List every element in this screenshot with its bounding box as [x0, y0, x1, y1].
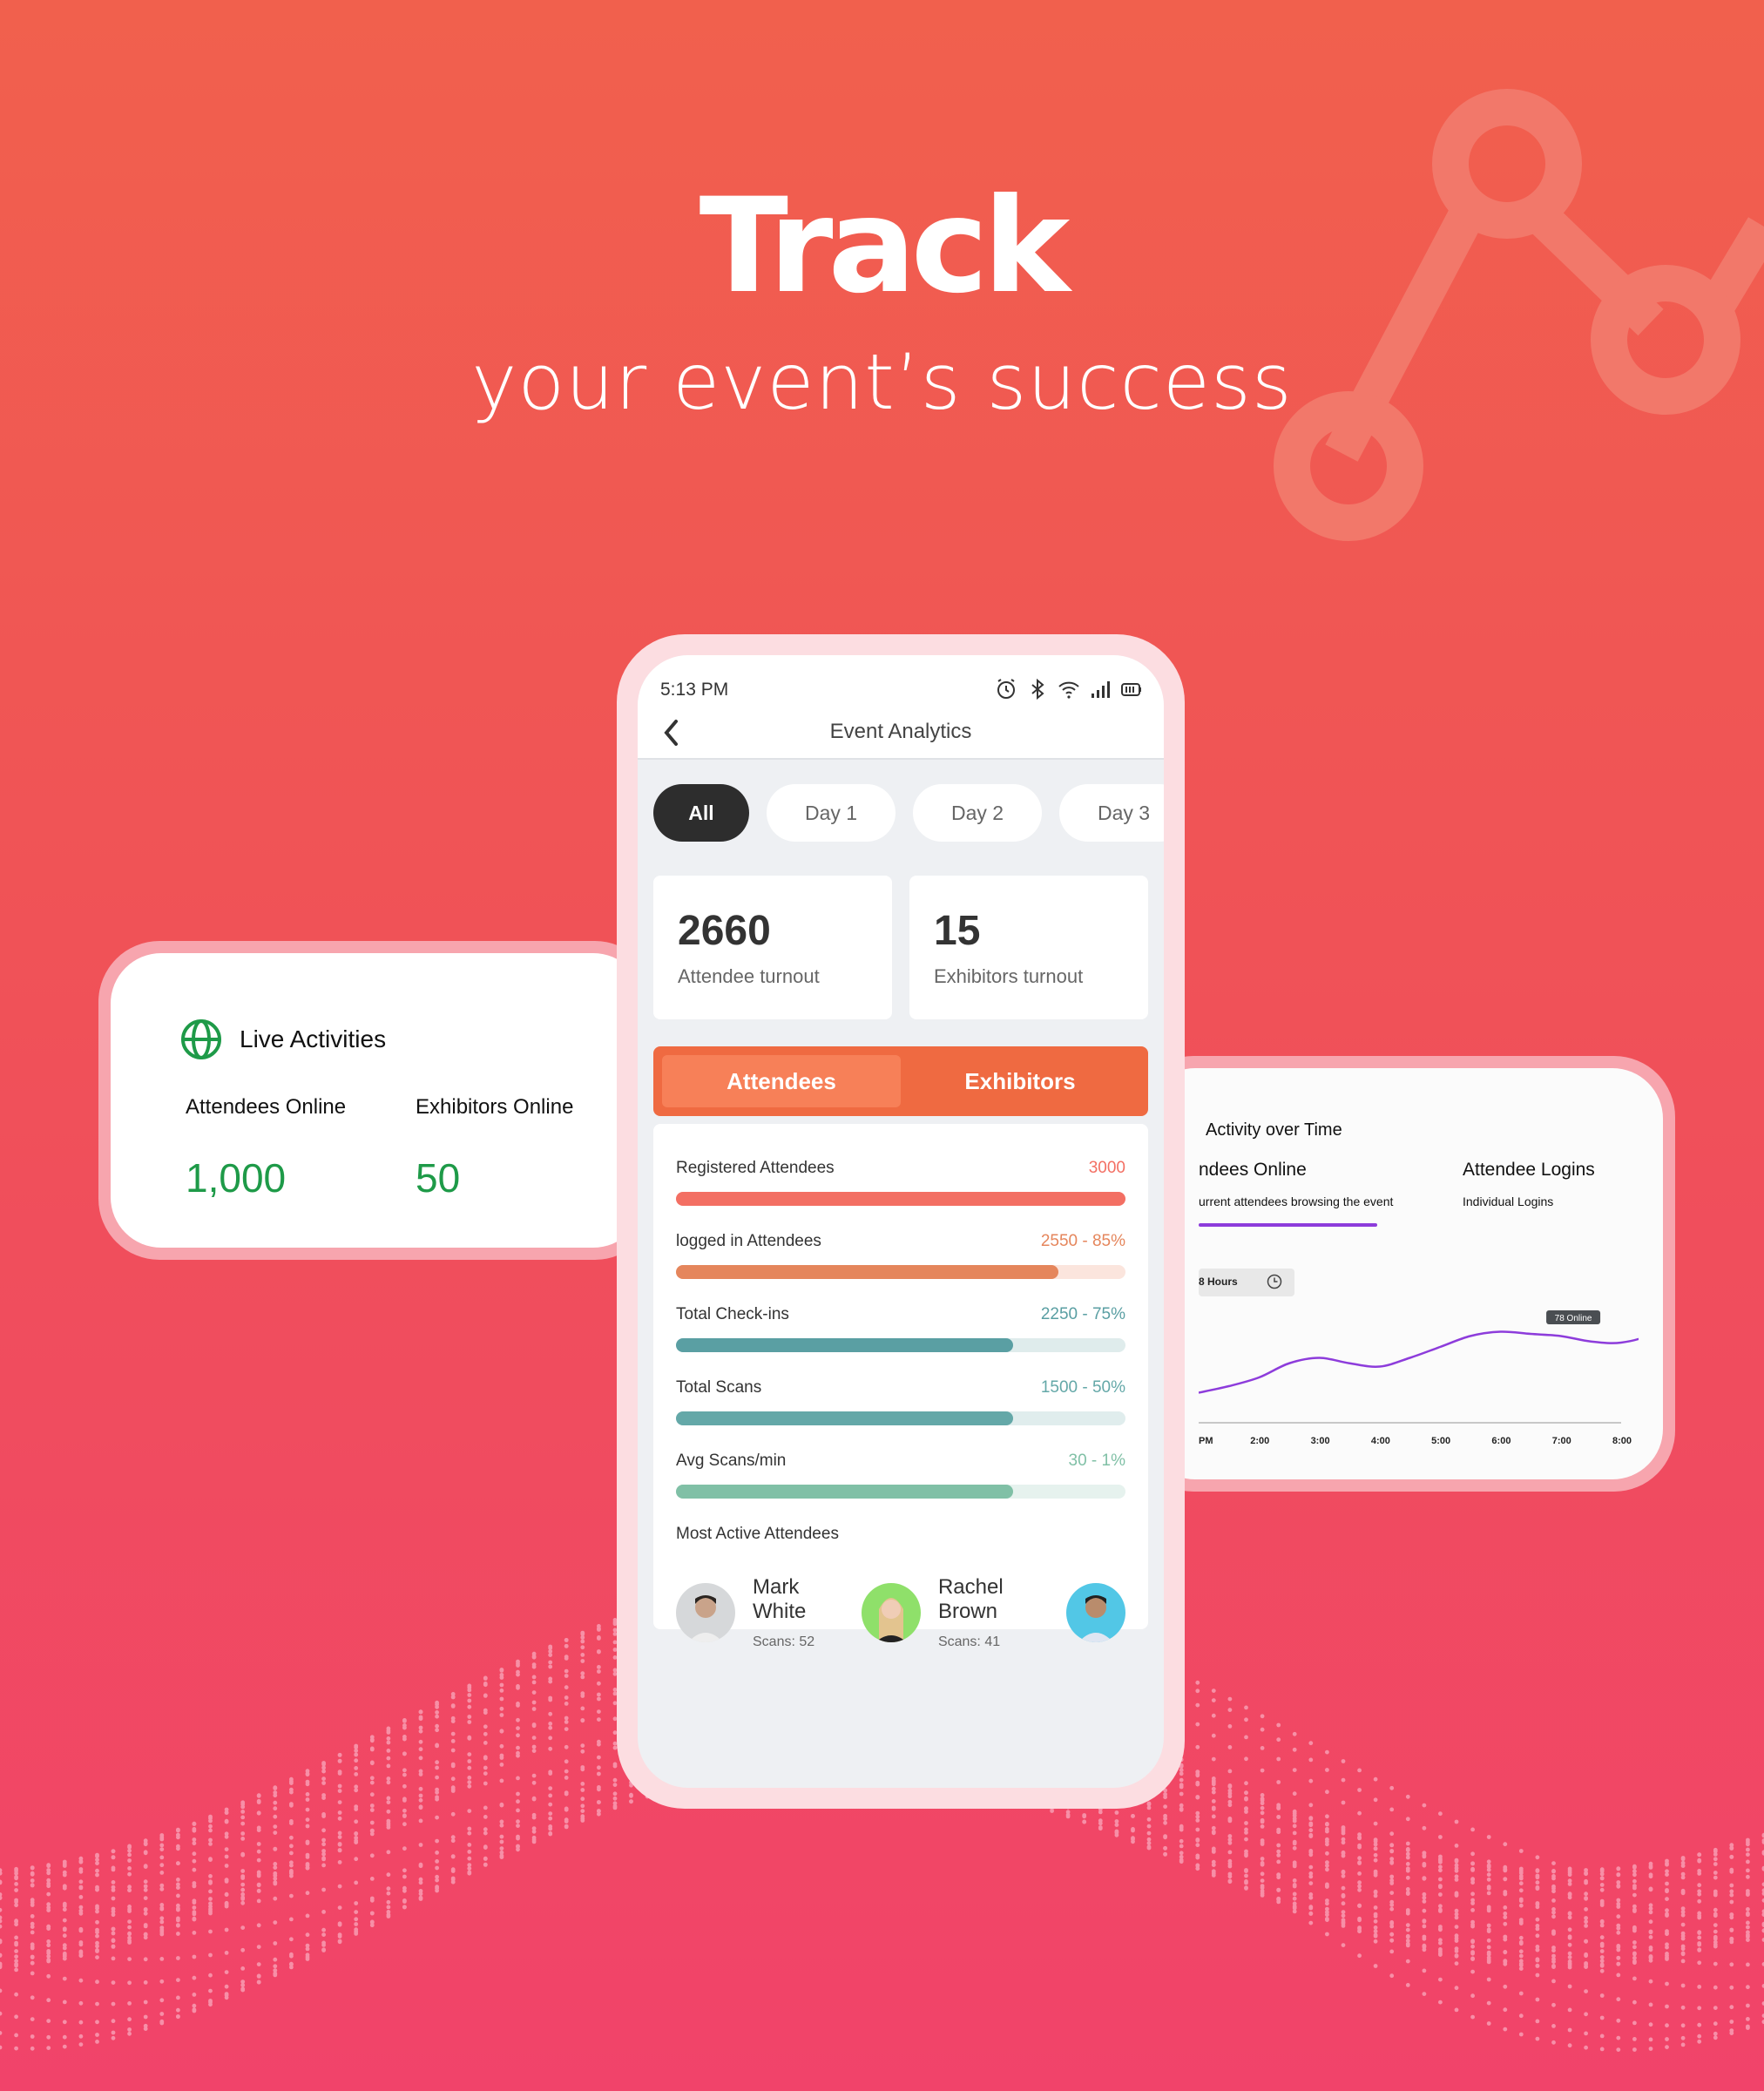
progress-bar — [676, 1485, 1125, 1499]
progress-fill — [676, 1485, 1013, 1499]
x-tick-label: 3:00 — [1311, 1436, 1330, 1446]
range-label: 8 Hours — [1199, 1276, 1238, 1288]
list-item[interactable] — [1066, 1575, 1125, 1650]
status-icons — [995, 678, 1143, 700]
tab-title: Attendee Logins — [1463, 1160, 1595, 1180]
status-time: 5:13 PM — [660, 680, 729, 700]
bluetooth-icon — [1031, 678, 1044, 700]
metric-value: 1500 - 50% — [1040, 1378, 1125, 1397]
alarm-icon — [997, 679, 1015, 699]
avatar — [861, 1583, 921, 1642]
battery-icon — [1121, 683, 1141, 696]
progress-fill — [676, 1192, 1125, 1206]
turnout-label: Attendee turnout — [678, 965, 820, 987]
x-tick-label: PM — [1199, 1436, 1213, 1446]
chip-all[interactable]: All — [653, 784, 749, 842]
stat-value: 50 — [416, 1155, 461, 1201]
exhibitor-turnout-card: 15 Exhibitors turnout — [909, 876, 1148, 1019]
metric-row: logged in Attendees 2550 - 85% — [676, 1232, 1125, 1279]
segment-attendees[interactable]: Attendees — [662, 1055, 901, 1107]
metric-value: 2250 - 75% — [1040, 1305, 1125, 1323]
most-active-title: Most Active Attendees — [676, 1525, 839, 1543]
audience-segmented-control: Attendees Exhibitors — [653, 1046, 1148, 1116]
most-active-list: Mark White Scans: 52 Rachel Brown Scans:… — [676, 1575, 1125, 1650]
progress-fill — [676, 1265, 1058, 1279]
progress-bar — [676, 1338, 1125, 1352]
segment-exhibitors[interactable]: Exhibitors — [901, 1055, 1139, 1107]
hero-title: Track — [699, 171, 1071, 322]
progress-bar — [676, 1192, 1125, 1206]
x-tick-label: 8:00 — [1612, 1436, 1632, 1446]
tab-attendees-online[interactable]: ndees Online urrent attendees browsing t… — [1199, 1160, 1393, 1208]
activity-title: Activity over Time — [1206, 1120, 1342, 1140]
progress-bar — [676, 1265, 1125, 1279]
live-activities-title: Live Activities — [240, 1025, 387, 1052]
svg-text:78 Online: 78 Online — [1555, 1314, 1592, 1323]
globe-icon — [181, 1019, 221, 1059]
progress-fill — [676, 1411, 1013, 1425]
phone-screen: 5:13 PM Event Analytics All Day 1 Day 2 … — [638, 655, 1164, 1788]
attendee-turnout-card: 2660 Attendee turnout — [653, 876, 892, 1019]
progress-fill — [676, 1338, 1013, 1352]
avatar — [676, 1583, 735, 1642]
list-item[interactable]: Rachel Brown Scans: 41 — [861, 1575, 1024, 1650]
time-range-select[interactable]: 8 Hours — [1199, 1269, 1294, 1296]
turnout-value: 15 — [934, 908, 981, 954]
x-tick-label: 4:00 — [1371, 1436, 1390, 1446]
series-line — [1199, 1330, 1639, 1394]
day-filter-chips: All Day 1 Day 2 Day 3 — [653, 784, 1164, 842]
analytics-graph-decoration — [1274, 89, 1764, 541]
phone-frame: 5:13 PM Event Analytics All Day 1 Day 2 … — [617, 634, 1185, 1809]
activity-line-chart: PM 2:00 3:00 4:00 5:00 6:00 7:00 8:00 78 Online — [1199, 1310, 1639, 1446]
metric-value: 3000 — [1088, 1159, 1125, 1177]
metric-value: 2550 - 85% — [1040, 1232, 1125, 1250]
chip-day-1[interactable]: Day 1 — [767, 784, 896, 842]
metrics-card: Registered Attendees 3000 logged in Attend… — [653, 1124, 1148, 1649]
tab-title: ndees Online — [1199, 1160, 1307, 1180]
x-tick-label: 5:00 — [1431, 1436, 1450, 1446]
metric-label: Total Scans — [676, 1378, 762, 1397]
stat-label: Exhibitors Online — [416, 1095, 574, 1119]
turnout-value: 2660 — [678, 908, 771, 954]
metric-label: Registered Attendees — [676, 1159, 835, 1177]
activity-over-time-card: Activity over Time ndees Online urrent a… — [1132, 1056, 1675, 1492]
metric-label: Avg Scans/min — [676, 1452, 787, 1470]
live-activities-card: Live Activities Attendees Online 1,000 E… — [98, 941, 656, 1260]
metric-row: Total Check-ins 2250 - 75% — [676, 1305, 1125, 1352]
clock-icon — [1267, 1274, 1282, 1289]
metric-row: Avg Scans/min 30 - 1% — [676, 1452, 1125, 1499]
stat-label: Attendees Online — [186, 1095, 347, 1119]
tab-attendee-logins[interactable]: Attendee Logins Individual Logins — [1463, 1160, 1595, 1208]
metric-label: logged in Attendees — [676, 1232, 821, 1250]
attendees-online-stat: Attendees Online 1,000 — [186, 1095, 346, 1201]
list-item[interactable]: Mark White Scans: 52 — [676, 1575, 820, 1650]
app-bar: 5:13 PM Event Analytics — [638, 655, 1164, 760]
person-name: Mark White — [753, 1575, 807, 1623]
tab-subtitle: urrent attendees browsing the event — [1199, 1194, 1394, 1208]
exhibitors-online-stat: Exhibitors Online 50 — [416, 1095, 573, 1201]
person-scans: Scans: 52 — [753, 1634, 815, 1649]
tab-subtitle: Individual Logins — [1463, 1194, 1554, 1208]
chip-day-3[interactable]: Day 3 — [1059, 784, 1164, 842]
signal-icon — [1092, 681, 1110, 698]
person-name: Rachel Brown — [937, 1575, 1004, 1623]
progress-bar — [676, 1411, 1125, 1425]
metric-row: Total Scans 1500 - 50% — [676, 1378, 1125, 1425]
metric-row: Registered Attendees 3000 — [676, 1159, 1125, 1206]
page-title: Event Analytics — [829, 720, 972, 743]
turnout-label: Exhibitors turnout — [934, 965, 1084, 987]
chart-tooltip: 78 Online — [1546, 1310, 1601, 1324]
x-tick-label: 7:00 — [1552, 1436, 1571, 1446]
hero-subtitle: your event’s success — [471, 337, 1293, 427]
avatar — [1066, 1583, 1125, 1642]
x-tick-label: 6:00 — [1491, 1436, 1511, 1446]
wifi-icon — [1058, 681, 1079, 699]
stat-value: 1,000 — [186, 1155, 287, 1201]
person-scans: Scans: 41 — [937, 1634, 1001, 1649]
metric-value: 30 - 1% — [1068, 1452, 1125, 1470]
x-tick-label: 2:00 — [1250, 1436, 1269, 1446]
active-tab-indicator — [1199, 1223, 1377, 1227]
metric-label: Total Check-ins — [676, 1305, 789, 1323]
chip-day-2[interactable]: Day 2 — [913, 784, 1042, 842]
